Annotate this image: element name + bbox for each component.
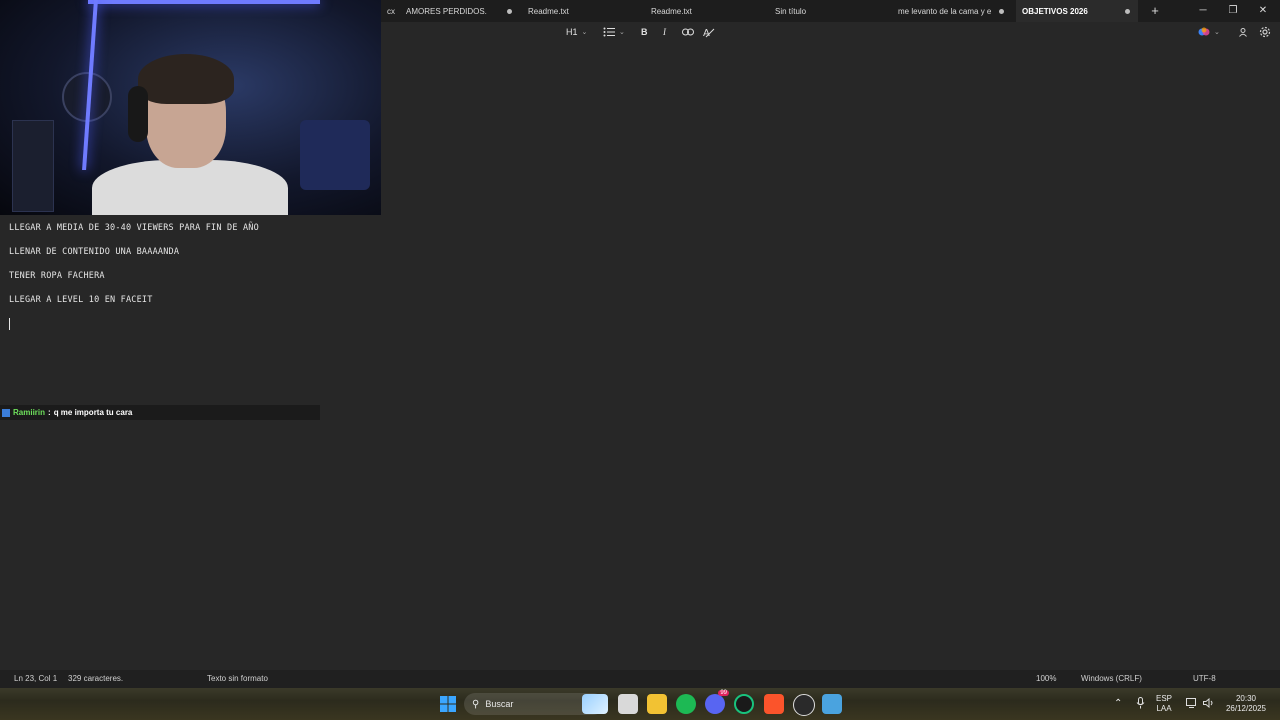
shelf-image: [12, 120, 54, 212]
tab-me-levanto[interactable]: me levanto de la cama y e: [892, 0, 1012, 22]
text-caret: [9, 318, 10, 330]
line-ending[interactable]: Windows (CRLF): [1081, 674, 1142, 683]
neon-light: [88, 0, 320, 4]
zoom-level[interactable]: 100%: [1036, 674, 1056, 683]
tab-label: me levanto de la cama y e: [898, 6, 992, 16]
italic-button[interactable]: I: [663, 24, 666, 40]
link-button[interactable]: [682, 24, 694, 40]
language-indicator[interactable]: ESP LAA: [1156, 694, 1172, 714]
microphone-icon[interactable]: [1136, 697, 1145, 711]
person-hair: [138, 54, 234, 104]
chat-username: Ramiirin: [13, 408, 46, 417]
text-format[interactable]: Texto sin formato: [207, 674, 268, 683]
tab-sin-titulo[interactable]: Sin título: [769, 0, 889, 22]
restore-button[interactable]: ❐: [1218, 2, 1248, 20]
brave-icon[interactable]: [764, 694, 784, 714]
list-icon: [603, 27, 615, 37]
person-body: [92, 160, 288, 215]
tab-label: AMORES PERDIDOS.: [406, 6, 487, 16]
headset-icon: [128, 86, 148, 142]
document-line: LLEGAR A LEVEL 10 EN FACEIT: [9, 295, 153, 305]
show-hidden-icons-button[interactable]: ⌃: [1114, 698, 1122, 709]
chat-message: q me importa tu cara: [53, 408, 133, 417]
link-icon: [682, 28, 694, 36]
language-layout: LAA: [1156, 704, 1172, 713]
tab-label: OBJETIVOS 2026: [1022, 6, 1088, 16]
tab-objetivos-2026[interactable]: OBJETIVOS 2026: [1016, 0, 1138, 22]
list-dropdown[interactable]: ⌄: [603, 24, 625, 40]
search-placeholder: Buscar: [485, 699, 514, 709]
minimize-button[interactable]: ─: [1188, 2, 1218, 20]
gear-icon: [1259, 26, 1271, 38]
discord-badge: 99: [718, 690, 729, 696]
account-icon: [1239, 28, 1247, 37]
volume-icon[interactable]: [1203, 697, 1215, 710]
char-count: 329 caracteres.: [68, 674, 124, 683]
chat-overlay: Ramiirin : q me importa tu cara: [0, 405, 320, 420]
encoding[interactable]: UTF-8: [1193, 674, 1216, 683]
tab-label: cx: [387, 6, 395, 16]
status-bar: Ln 23, Col 1 329 caracteres. Texto sin f…: [0, 670, 1280, 688]
tab-readme-2[interactable]: Readme.txt: [645, 0, 765, 22]
file-explorer-icon[interactable]: [647, 694, 667, 714]
start-icon: [440, 696, 456, 712]
close-button[interactable]: ✕: [1248, 2, 1278, 20]
bold-button[interactable]: B: [641, 24, 648, 40]
clear-format-button[interactable]: A: [703, 24, 715, 40]
tab-label: Readme.txt: [651, 6, 692, 16]
start-button[interactable]: [438, 694, 458, 714]
document-line: TENER ROPA FACHERA: [9, 271, 105, 281]
network-icon[interactable]: [1186, 698, 1198, 710]
clear-format-icon: A: [703, 28, 715, 38]
heading-dropdown[interactable]: H1 ⌄: [566, 24, 587, 40]
copilot-icon: [1198, 27, 1210, 36]
unsaved-dot-icon: [999, 9, 1004, 14]
document-line: LLEGAR A MEDIA DE 30-40 VIEWERS PARA FIN…: [9, 223, 259, 233]
account-button[interactable]: [1238, 24, 1248, 40]
unsaved-dot-icon: [1125, 9, 1130, 14]
app-icon[interactable]: [734, 694, 754, 714]
discord-icon[interactable]: 99: [705, 690, 729, 714]
chevron-down-icon: ⌄: [581, 29, 588, 36]
unsaved-dot-icon: [507, 9, 512, 14]
clock-date: 26/12/2025: [1225, 704, 1267, 713]
clock[interactable]: 20:30 26/12/2025: [1224, 694, 1268, 714]
cursor-position: Ln 23, Col 1: [14, 674, 58, 683]
chair-image: [300, 120, 370, 190]
chevron-down-icon: ⌄: [1214, 29, 1220, 36]
document-line: LLENAR DE CONTENIDO UNA BAAAANDA: [9, 247, 180, 257]
copilot-button[interactable]: ⌄: [1198, 24, 1220, 40]
obs-icon[interactable]: [793, 694, 815, 716]
tab-label: Readme.txt: [528, 6, 569, 16]
task-view-icon[interactable]: [618, 694, 638, 714]
chevron-down-icon: ⌄: [619, 29, 625, 36]
tab-readme-1[interactable]: Readme.txt: [522, 0, 642, 22]
tab-label: Sin título: [775, 6, 807, 16]
chat-separator: :: [48, 408, 51, 417]
spotify-icon[interactable]: [676, 694, 696, 714]
settings-button[interactable]: [1259, 24, 1271, 40]
webcam-overlay: [0, 0, 381, 215]
tab-amores-perdidos[interactable]: AMORES PERDIDOS.: [400, 0, 520, 22]
taskbar: ⚲ Buscar 99 ⌃ ESP LAA 20:30 26/12/2025: [0, 688, 1280, 720]
heading-label: H1: [566, 27, 578, 37]
widget-icon[interactable]: [582, 694, 608, 714]
notepad-icon[interactable]: [822, 694, 842, 714]
chat-badge-icon: [2, 408, 10, 417]
search-icon: ⚲: [472, 698, 480, 710]
language-code: ESP: [1156, 694, 1173, 703]
new-tab-button[interactable]: +: [1148, 3, 1162, 19]
clock-time: 20:30: [1235, 694, 1257, 703]
